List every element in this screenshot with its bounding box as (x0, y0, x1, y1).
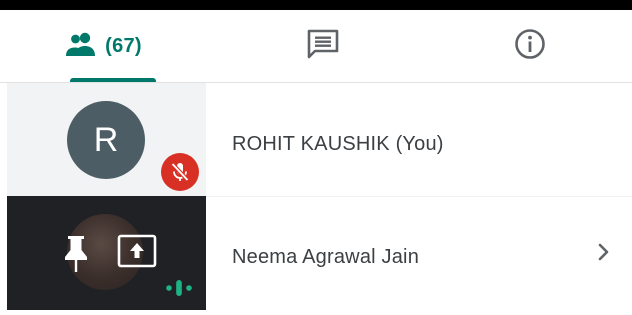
participant-tile: R (7, 83, 206, 196)
info-icon (514, 28, 546, 65)
participant-name: ROHIT KAUSHIK (You) (232, 133, 444, 155)
participant-name: Neema Agrawal Jain (232, 246, 420, 268)
tab-people[interactable]: (67) (0, 10, 206, 82)
panel-tabs: (67) (0, 10, 632, 82)
people-icon (64, 31, 98, 62)
tab-info[interactable] (428, 10, 632, 82)
tab-chat[interactable] (218, 10, 428, 82)
chevron-right-icon[interactable] (594, 240, 614, 269)
avatar: R (67, 101, 145, 179)
pin-icon[interactable] (61, 234, 91, 279)
present-to-all-icon (117, 234, 157, 273)
participant-row[interactable]: Neema Agrawal Jain (0, 196, 632, 310)
participant-row[interactable]: R ROHIT KAUSHIK (You) (0, 83, 632, 196)
participant-count: (67) (105, 34, 142, 57)
chat-icon (306, 28, 340, 65)
mic-off-icon (161, 153, 199, 191)
participant-tile (7, 196, 206, 310)
row-divider (206, 196, 632, 197)
top-status-bar (0, 0, 632, 10)
speaking-indicator-icon (165, 278, 195, 303)
